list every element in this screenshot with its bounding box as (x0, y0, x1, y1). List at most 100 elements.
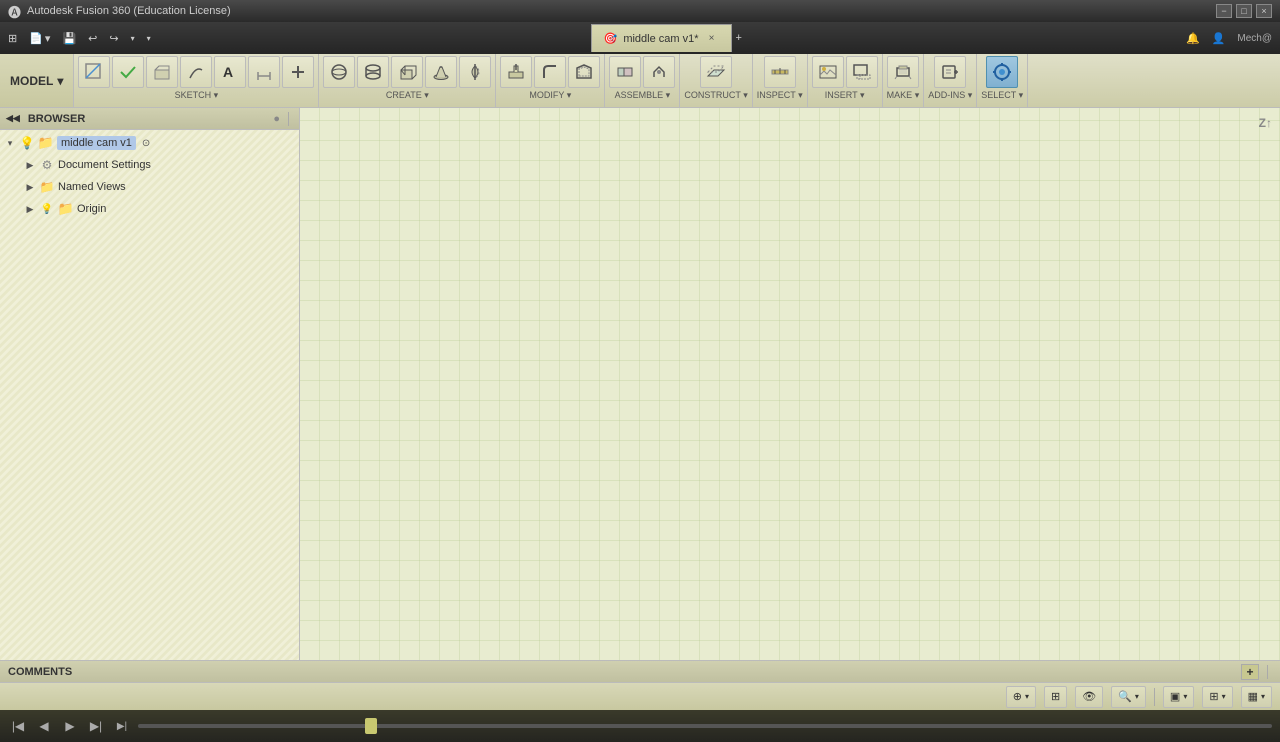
notification-button[interactable]: 🔔 (1182, 26, 1204, 50)
sphere-tool[interactable] (323, 56, 355, 88)
doc-settings-arrow[interactable]: ▶ (24, 159, 36, 171)
cylinder-tool[interactable] (357, 56, 389, 88)
box-tool[interactable] (391, 56, 423, 88)
joint-tool[interactable] (643, 56, 675, 88)
root-light-icon: 💡 (19, 135, 35, 151)
new-tab-button[interactable]: + (732, 26, 746, 50)
new-component-tool[interactable] (609, 56, 641, 88)
orbit-arrow: ▾ (1025, 692, 1029, 701)
timeline-last-button[interactable]: ▶| (112, 716, 132, 736)
display-mode-arrow: ▾ (1183, 692, 1187, 701)
comments-add-button[interactable]: + (1241, 664, 1259, 680)
construct-label: CONSTRUCT ▾ (684, 90, 747, 101)
finish-sketch-tool[interactable] (112, 56, 144, 88)
app-logo-icon: 🅐 (8, 2, 21, 21)
create-label: CREATE ▾ (386, 90, 429, 101)
redo-button[interactable]: ↪ (105, 26, 122, 50)
save-button[interactable]: 💾 (58, 26, 80, 50)
tree-item-root[interactable]: ▾ 💡 📁 middle cam v1 ⊙ (0, 132, 299, 154)
model-toolbar: MODEL ▾ (0, 54, 1280, 108)
look-button[interactable]: 👁 (1075, 686, 1103, 708)
browser-pin-icon[interactable]: ● (273, 113, 280, 125)
scripts-tool[interactable] (934, 56, 966, 88)
loft-tool[interactable] (425, 56, 457, 88)
named-views-arrow[interactable]: ▶ (24, 181, 36, 193)
view-toggle-button[interactable]: ▦ ▾ (1241, 686, 1272, 708)
sketch-dimension-tool[interactable] (248, 56, 280, 88)
grid-menu-button[interactable]: ⊞ (4, 26, 21, 50)
browser-collapse-icon[interactable]: ◀◀ (6, 113, 20, 124)
user-button[interactable]: 👤 (1208, 26, 1230, 50)
tab-icon: 🎯 (604, 32, 618, 45)
origin-arrow[interactable]: ▶ (24, 203, 36, 215)
display-mode-button[interactable]: ▣ ▾ (1163, 686, 1194, 708)
browser-title: BROWSER (28, 113, 85, 125)
maximize-button[interactable]: □ (1236, 4, 1252, 18)
add-ins-label: ADD-INS ▾ (928, 90, 972, 101)
grid-toggle-arrow: ▾ (1222, 692, 1226, 701)
title-bar-controls: − □ × (1216, 4, 1272, 18)
shell-tool[interactable] (568, 56, 600, 88)
undo-button[interactable]: ↩ (84, 26, 101, 50)
inspect-label: INSPECT ▾ (757, 90, 803, 101)
redo-icon: ↪ (109, 32, 118, 45)
browser-divider (288, 112, 289, 126)
measure-tool[interactable] (764, 56, 796, 88)
tab-label: middle cam v1* (623, 33, 698, 45)
sketch-line-tool[interactable] (180, 56, 212, 88)
main-area: ◀◀ BROWSER ● ▾ 💡 📁 middle cam v1 ⊙ ▶ ⚙ D… (0, 108, 1280, 660)
3d-print-tool[interactable] (887, 56, 919, 88)
close-button[interactable]: × (1256, 4, 1272, 18)
file-tab[interactable]: 🎯 middle cam v1* × (591, 24, 732, 52)
sketch-text-tool[interactable]: A (214, 56, 246, 88)
model-arrow: ▾ (57, 74, 63, 88)
sketch-tool[interactable] (78, 56, 110, 88)
orbit-icon: ⊕ (1013, 690, 1022, 703)
save-icon: 💾 (62, 32, 76, 45)
insert-canvas-tool[interactable] (846, 56, 878, 88)
redo-arrow[interactable]: ▾ (143, 26, 155, 50)
top-right-icons: 🔔 👤 Mech@ (1182, 26, 1276, 50)
timeline-prev-button[interactable]: ◀ (34, 716, 54, 736)
browser-content: ▾ 💡 📁 middle cam v1 ⊙ ▶ ⚙ Document Setti… (0, 130, 299, 660)
extrude-profile-tool[interactable] (146, 56, 178, 88)
timeline-thumb[interactable] (365, 718, 377, 734)
tree-item-doc-settings[interactable]: ▶ ⚙ Document Settings (0, 154, 299, 176)
doc-settings-label: Document Settings (58, 159, 151, 171)
offset-plane-tool[interactable] (700, 56, 732, 88)
undo-arrow[interactable]: ▾ (127, 26, 139, 50)
press-pull-tool[interactable] (500, 56, 532, 88)
display-mode-icon: ▣ (1170, 690, 1180, 703)
orbit-button[interactable]: ⊕ ▾ (1006, 686, 1036, 708)
bell-icon: 🔔 (1186, 32, 1200, 45)
view-toggle-icon: ▦ (1248, 690, 1258, 703)
tree-item-origin[interactable]: ▶ 💡 📁 Origin (0, 198, 299, 220)
sketch-plus-tool[interactable] (282, 56, 314, 88)
revolve-tool[interactable] (459, 56, 491, 88)
select-tool[interactable] (986, 56, 1018, 88)
comments-title: COMMENTS (8, 666, 72, 678)
account-label[interactable]: Mech@ (1233, 26, 1276, 50)
file-button[interactable]: 📄 ▾ (25, 26, 54, 50)
make-label: MAKE ▾ (887, 90, 920, 101)
modify-icons (500, 56, 600, 88)
insert-image-tool[interactable] (812, 56, 844, 88)
pan-button[interactable]: ⊞ (1044, 686, 1067, 708)
minimize-button[interactable]: − (1216, 4, 1232, 18)
timeline-next-button[interactable]: ▶| (86, 716, 106, 736)
model-menu-button[interactable]: MODEL ▾ (0, 54, 74, 107)
insert-icons (812, 56, 878, 88)
fillet-tool[interactable] (534, 56, 566, 88)
root-folder-icon: 📁 (38, 135, 54, 151)
timeline-first-button[interactable]: |◀ (8, 716, 28, 736)
grid-toggle-button[interactable]: ⊞ ▾ (1202, 686, 1232, 708)
tab-close-button[interactable]: × (705, 32, 719, 46)
root-expand-arrow[interactable]: ▾ (4, 137, 16, 149)
timeline-play-button[interactable]: ▶ (60, 716, 80, 736)
assemble-group: ASSEMBLE ▾ (605, 54, 680, 107)
zoom-button[interactable]: 🔍 ▾ (1111, 686, 1146, 708)
bottom-divider-1 (1154, 688, 1155, 706)
create-group: CREATE ▾ (319, 54, 496, 107)
tree-item-named-views[interactable]: ▶ 📁 Named Views (0, 176, 299, 198)
zoom-icon: 🔍 (1118, 690, 1132, 703)
